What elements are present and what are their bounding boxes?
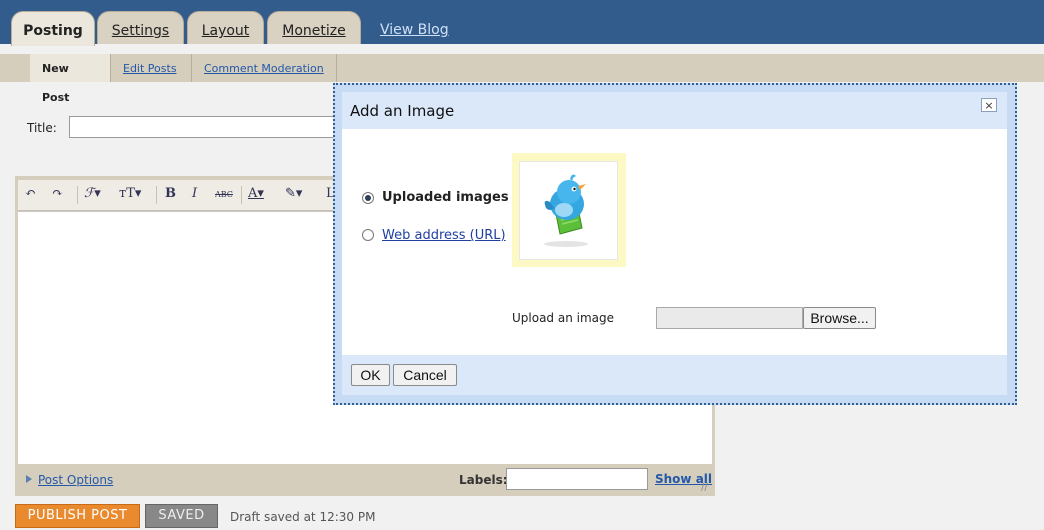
radio-uploaded-images[interactable] <box>362 192 374 204</box>
view-blog-link[interactable]: View Blog <box>380 22 449 38</box>
subtab-new-post[interactable]: New Post <box>30 54 110 104</box>
draft-status: Draft saved at 12:30 PM <box>230 510 376 524</box>
highlight-icon[interactable]: ✎▾ <box>285 186 302 201</box>
subtab-comment-moderation[interactable]: Comment Moderation <box>191 54 337 82</box>
font-size-icon[interactable]: тТ▾ <box>119 186 141 201</box>
bold-icon[interactable]: B <box>165 186 176 201</box>
tab-layout[interactable]: Layout <box>187 11 264 44</box>
radio-web-address[interactable] <box>362 229 374 241</box>
text-color-icon[interactable]: A▾ <box>248 186 264 201</box>
post-options-link[interactable]: Post Options <box>38 473 113 487</box>
toolbar-divider <box>156 186 157 204</box>
title-label: Title: <box>27 121 57 135</box>
saved-button[interactable]: SAVED <box>145 504 218 528</box>
dialog-title: Add an Image <box>350 102 455 120</box>
resize-handle-icon[interactable]: ∕∕ <box>701 482 708 493</box>
strikethrough-icon[interactable]: ABC <box>215 190 233 199</box>
tab-settings[interactable]: Settings <box>97 11 184 44</box>
tab-posting[interactable]: Posting <box>11 11 95 46</box>
toolbar-divider <box>77 186 78 204</box>
browse-button[interactable]: Browse... <box>803 307 876 329</box>
close-icon[interactable]: × <box>981 98 997 112</box>
font-family-icon[interactable]: ℱ▾ <box>84 186 101 201</box>
italic-icon[interactable]: I <box>192 186 197 201</box>
upload-file-input[interactable] <box>656 307 803 329</box>
undo-icon[interactable]: ↶ <box>25 186 36 201</box>
redo-icon[interactable]: ↷ <box>52 186 63 201</box>
tab-monetize[interactable]: Monetize <box>267 11 361 44</box>
cancel-button[interactable]: Cancel <box>393 364 457 386</box>
subtab-edit-posts[interactable]: Edit Posts <box>110 54 189 82</box>
upload-image-label: Upload an image <box>512 311 615 325</box>
labels-input[interactable] <box>506 468 648 490</box>
publish-post-button[interactable]: PUBLISH POST <box>15 504 140 528</box>
option-uploaded-images-label[interactable]: Uploaded images <box>382 190 509 205</box>
title-input[interactable] <box>69 116 337 138</box>
expand-arrow-icon[interactable] <box>26 475 32 483</box>
twitter-bird-icon <box>544 174 588 247</box>
option-web-address-label[interactable]: Web address (URL) <box>382 228 506 243</box>
labels-label: Labels: <box>459 473 508 487</box>
image-thumbnail[interactable] <box>519 161 618 260</box>
ok-button[interactable]: OK <box>351 364 390 386</box>
toolbar-divider <box>241 186 242 204</box>
